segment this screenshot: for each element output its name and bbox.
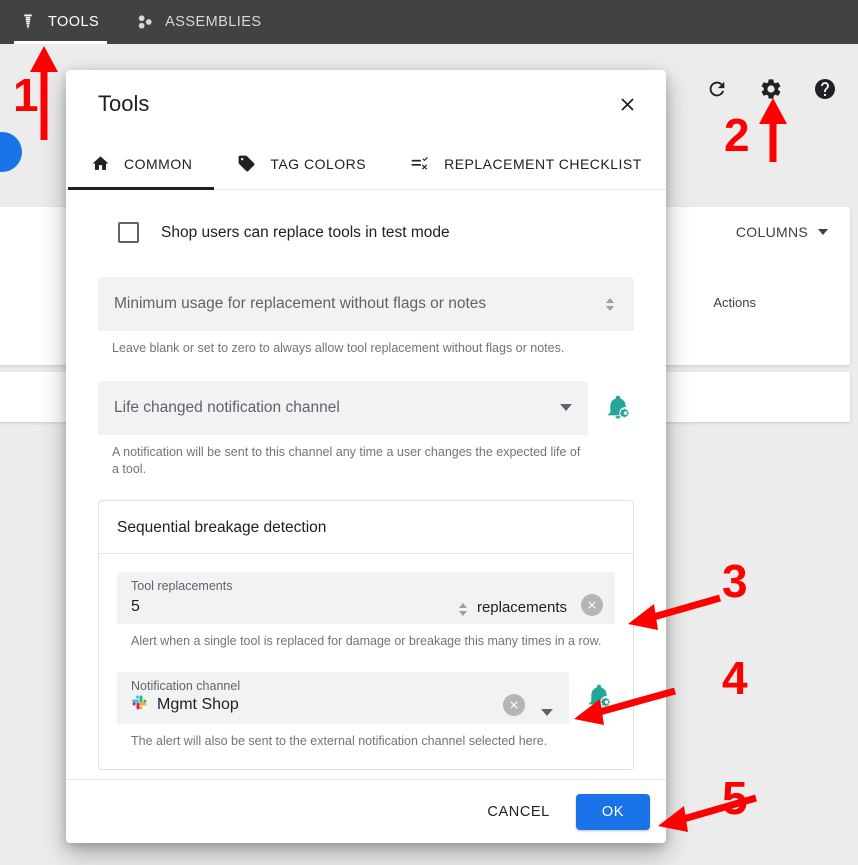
stepper-up-icon — [458, 602, 467, 608]
floating-action-button[interactable] — [0, 132, 22, 172]
tab-common-label: COMMON — [124, 155, 193, 172]
tab-tag-colors[interactable]: TAG COLORS — [214, 138, 388, 189]
breakage-notification-row: Notification channel Mgmt Shop The alert… — [117, 671, 615, 750]
assemblies-icon — [135, 12, 155, 32]
notification-channel-helper-text: The alert will also be sent to the exter… — [131, 733, 548, 748]
life-channel-placeholder: Life changed notification channel — [114, 398, 340, 416]
life-channel-helper-text: A notification will be sent to this chan… — [112, 444, 581, 476]
tag-icon — [236, 154, 256, 174]
min-usage-helper-text: Leave blank or set to zero to always all… — [112, 341, 565, 355]
annotation-number-1: 1 — [13, 69, 39, 121]
annotation-number-3: 3 — [722, 555, 748, 607]
annotation-number-4: 4 — [722, 652, 748, 704]
slack-icon — [131, 694, 148, 716]
dialog-header: Tools — [66, 70, 666, 138]
tool-replacements-stepper[interactable] — [455, 602, 471, 616]
min-usage-input[interactable]: Minimum usage for replacement without fl… — [98, 277, 634, 331]
notification-channel-value-wrap: Mgmt Shop — [131, 694, 239, 716]
checklist-icon — [410, 154, 430, 174]
tab-common[interactable]: COMMON — [68, 138, 215, 190]
nav-tab-assemblies-label: ASSEMBLIES — [165, 14, 262, 30]
tool-replacements-label: Tool replacements — [131, 578, 233, 593]
annotation-arrow-5 — [658, 794, 757, 832]
tool-replacements-value: 5 — [131, 597, 140, 615]
sequential-breakage-panel: Sequential breakage detection Tool repla… — [98, 499, 634, 771]
dialog-title: Tools — [98, 91, 150, 116]
notification-channel-clear-button[interactable] — [503, 693, 525, 716]
sequential-breakage-body: Tool replacements 5 replacements Alert w… — [99, 554, 633, 770]
test-mode-checkbox-label: Shop users can replace tools in test mod… — [161, 223, 450, 241]
app-screen: COLUMNS Actions TOOLS ASSEMBLIES Tools C… — [0, 0, 858, 865]
life-channel-row: Life changed notification channel A noti… — [98, 380, 634, 478]
tab-tag-colors-label: TAG COLORS — [270, 155, 367, 172]
tool-replacements-suffix: replacements — [476, 598, 567, 616]
nav-tab-tools-label: TOOLS — [48, 14, 100, 30]
cancel-button[interactable]: CANCEL — [471, 794, 565, 830]
stepper-down-icon — [606, 305, 614, 311]
dialog-footer: CANCEL OK — [66, 779, 666, 843]
refresh-icon[interactable] — [704, 76, 730, 102]
notification-channel-value: Mgmt Shop — [157, 695, 239, 713]
drill-bit-icon — [18, 12, 38, 32]
nav-tab-tools[interactable]: TOOLS — [0, 0, 117, 44]
stepper-down-icon — [458, 610, 467, 616]
tool-replacements-clear-button[interactable] — [581, 593, 603, 616]
notification-channel-label: Notification channel — [131, 678, 241, 693]
tool-replacements-group: Tool replacements 5 replacements Alert w… — [117, 571, 615, 650]
stepper-up-icon — [606, 297, 614, 303]
tool-replacements-helper-text: Alert when a single tool is replaced for… — [131, 633, 602, 648]
close-icon[interactable] — [612, 89, 642, 119]
annotation-arrow-3 — [628, 594, 721, 630]
sequential-breakage-title: Sequential breakage detection — [99, 501, 633, 554]
tool-replacements-field[interactable]: Tool replacements 5 replacements — [117, 571, 615, 624]
nav-tab-assemblies[interactable]: ASSEMBLIES — [117, 0, 279, 44]
test-mode-checkbox-row: Shop users can replace tools in test mod… — [118, 222, 634, 243]
annotation-arrow-2 — [759, 98, 787, 162]
table-header-actions: Actions — [713, 295, 756, 310]
annotation-arrow-4 — [574, 687, 676, 725]
annotation-number-5: 5 — [722, 772, 748, 824]
min-usage-stepper[interactable] — [602, 297, 618, 311]
test-mode-checkbox[interactable] — [118, 222, 139, 243]
life-channel-select[interactable]: Life changed notification channel — [98, 380, 588, 435]
chevron-down-icon — [818, 229, 828, 235]
tab-replacement-checklist-label: REPLACEMENT CHECKLIST — [444, 155, 642, 172]
dialog-tab-bar: COMMON TAG COLORS REPLACEMENT CHECKLIST — [66, 138, 666, 190]
top-navigation-bar: TOOLS ASSEMBLIES — [0, 0, 858, 44]
annotation-number-2: 2 — [724, 109, 750, 161]
min-usage-field-group: Minimum usage for replacement without fl… — [98, 277, 634, 357]
help-icon[interactable] — [812, 76, 838, 102]
home-icon — [90, 154, 110, 174]
ok-button[interactable]: OK — [575, 793, 650, 830]
columns-button[interactable]: COLUMNS — [736, 224, 828, 240]
notification-channel-dropdown[interactable] — [541, 708, 553, 716]
tab-replacement-checklist[interactable]: REPLACEMENT CHECKLIST — [388, 138, 664, 189]
notification-channel-field[interactable]: Notification channel Mgmt Shop — [117, 671, 569, 724]
columns-button-label: COLUMNS — [735, 224, 808, 240]
chevron-down-icon — [560, 404, 572, 412]
min-usage-placeholder: Minimum usage for replacement without fl… — [114, 295, 487, 312]
bell-settings-icon[interactable] — [604, 393, 634, 423]
